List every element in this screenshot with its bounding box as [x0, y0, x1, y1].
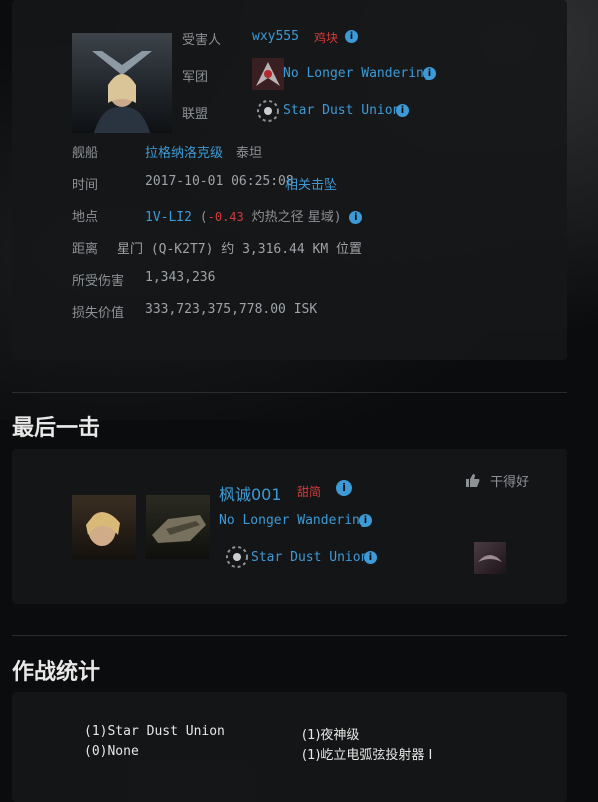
attacker-name-link[interactable]: 枫诚001 — [219, 481, 282, 505]
victim-info-icon[interactable]: i — [345, 29, 358, 44]
victim-panel: 受害人 wxy555 鸡块 i 军团 No Longer Wandering i… — [12, 0, 567, 360]
final-blow-panel: 枫诚001 甜简 i No Longer Wandering i Star Du… — [12, 449, 567, 604]
related-kills-link[interactable]: 相关击坠 — [285, 174, 337, 193]
ship-class: 泰坦 — [236, 146, 263, 161]
location-open-paren: ( — [199, 210, 208, 225]
corp-logo[interactable] — [252, 58, 284, 90]
section-divider-1 — [12, 392, 567, 393]
ship-name-link[interactable]: 拉格纳洛克级 — [145, 142, 223, 161]
security-status: -0.43 — [207, 210, 244, 224]
time-value: 2017-10-01 06:25:08 — [145, 174, 294, 189]
attacker-info-icon[interactable]: i — [336, 480, 352, 496]
distance-label: 距离 — [72, 242, 99, 257]
loss-label: 损失价值 — [72, 306, 125, 321]
system-link[interactable]: 1V-LI2 — [145, 210, 192, 225]
attacker-portrait[interactable] — [72, 495, 136, 559]
stats-left-cell: (0)None — [84, 744, 139, 759]
victim-portrait[interactable] — [72, 33, 172, 133]
stats-right-cell: (1)屹立电弧弦投射器 I — [302, 748, 433, 763]
attacker-weapon-image[interactable] — [474, 542, 506, 574]
alliance-info-icon[interactable]: i — [396, 103, 409, 118]
time-label: 时间 — [72, 178, 99, 193]
corp-info-icon[interactable]: i — [423, 66, 436, 81]
stats-row: (1)Star Dust Union (1)夜神级 — [84, 722, 519, 743]
corp-label: 军团 — [182, 70, 209, 85]
stats-left-cell: (1)Star Dust Union — [84, 724, 225, 739]
attacker-alliance-link[interactable]: Star Dust Union — [251, 550, 368, 565]
location-close-paren: ) — [333, 210, 342, 225]
victim-name-link[interactable]: wxy555 — [252, 29, 299, 44]
like-label: 干得好 — [490, 475, 530, 490]
location-info-icon[interactable]: i — [349, 211, 363, 224]
stats-right-cell: (1)夜神级 — [302, 728, 360, 743]
location-label: 地点 — [72, 210, 99, 225]
thumbs-up-icon — [466, 474, 480, 487]
alliance-name-link[interactable]: Star Dust Union — [283, 103, 400, 118]
victim-label: 受害人 — [182, 33, 222, 48]
attacker-alliance-info-icon[interactable]: i — [364, 550, 377, 565]
like-button[interactable]: 干得好 — [466, 471, 529, 490]
attacker-corp-link[interactable]: No Longer Wandering — [219, 513, 368, 528]
section-divider-2 — [12, 635, 567, 636]
alliance-label: 联盟 — [182, 107, 209, 122]
victim-portrait-image — [92, 51, 152, 133]
corp-name-link[interactable]: No Longer Wandering — [283, 66, 432, 81]
location-value: 1V-LI2 (-0.43 灼热之径 星域) i — [145, 206, 363, 225]
attacker-alliance-logo[interactable] — [221, 541, 253, 573]
damage-label: 所受伤害 — [72, 274, 125, 289]
stats-row: (0)None (1)屹立电弧弦投射器 I — [84, 742, 519, 763]
attacker-corp-info-icon[interactable]: i — [359, 513, 372, 528]
combat-stats-panel: (1)Star Dust Union (1)夜神级 (0)None (1)屹立电… — [12, 692, 567, 802]
damage-value: 1,343,236 — [145, 270, 216, 285]
region-name: 灼热之径 星域 — [251, 210, 334, 225]
final-blow-title: 最后一击 — [12, 415, 101, 441]
combat-stats-title: 作战统计 — [12, 659, 101, 685]
ship-label: 舰船 — [72, 146, 99, 161]
alliance-logo[interactable] — [252, 95, 284, 127]
attacker-ship-image[interactable] — [146, 495, 210, 559]
attacker-tag: 甜简 — [297, 485, 322, 499]
distance-value: 星门 (Q-K2T7) 约 3,316.44 KM 位置 — [117, 242, 363, 257]
loss-value: 333,723,375,778.00 ISK — [145, 302, 318, 317]
victim-tag: 鸡块 — [314, 31, 339, 45]
